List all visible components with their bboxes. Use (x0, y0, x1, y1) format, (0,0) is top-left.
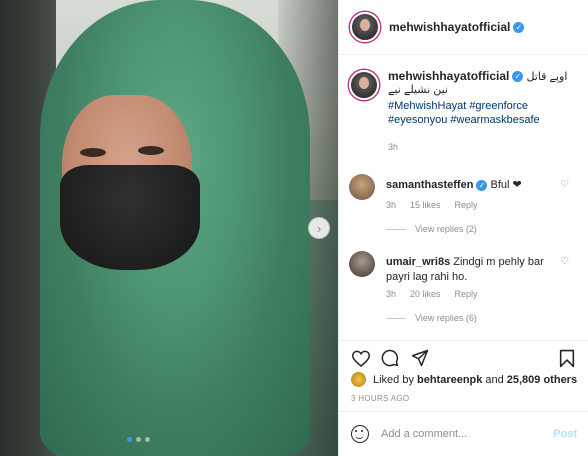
comment-meta: 3h 20 likes Reply (386, 289, 478, 299)
image-face-mask (60, 165, 200, 270)
comment-icon (381, 349, 399, 367)
post-side-panel: mehwishhayatofficial ✓ mehwishhayatoffici… (338, 0, 588, 456)
replies-divider (386, 228, 406, 230)
carousel-dot (145, 437, 150, 442)
comment-reply-button[interactable]: Reply (455, 289, 478, 299)
carousel-dot-active (127, 437, 132, 442)
comment-like-heart-icon[interactable]: ♡ (560, 256, 569, 267)
liker-avatar[interactable] (351, 372, 366, 387)
view-replies-button[interactable]: View replies (6) (386, 313, 477, 323)
liked-by: Liked by behtareenpk and 25,809 others (351, 372, 587, 387)
verified-badge-icon: ✓ (512, 71, 524, 83)
emoji-icon[interactable] (351, 425, 369, 443)
comment-content: Bful ❤ (490, 179, 522, 191)
chevron-right-icon: › (316, 220, 322, 236)
caption-hashtags-line-2[interactable]: #eyesonyou #wearmaskbesafe (388, 113, 578, 127)
commenter-avatar[interactable] (349, 174, 375, 200)
like-button[interactable] (351, 349, 371, 367)
heart-icon (352, 350, 370, 367)
commenter-avatar[interactable] (349, 251, 375, 277)
post-timestamp[interactable]: 3 HOURS AGO (351, 394, 409, 403)
verified-badge-icon: ✓ (476, 179, 488, 191)
liker-username[interactable]: behtareenpk (417, 374, 482, 386)
author-username[interactable]: mehwishhayatofficial ✓ (389, 20, 525, 34)
carousel-dot (136, 437, 141, 442)
caption-hashtags-line-1[interactable]: #MehwishHayat #greenforce (388, 99, 578, 113)
comment-likes[interactable]: 20 likes (410, 289, 441, 299)
share-icon (411, 349, 429, 367)
share-button[interactable] (410, 349, 430, 367)
view-replies-label: View replies (2) (415, 224, 477, 234)
view-replies-button[interactable]: View replies (2) (386, 224, 477, 234)
image-eye-left (80, 148, 106, 157)
comment-button[interactable] (380, 349, 400, 367)
liked-by-and: and (485, 373, 504, 386)
comments-list[interactable]: mehwishhayatofficial ✓ اوپے قاتل نین نشیل… (339, 56, 588, 340)
caption-time[interactable]: 3h (388, 141, 578, 154)
replies-divider (386, 317, 406, 319)
next-slide-button[interactable]: › (308, 217, 330, 239)
add-comment-bar: Post (339, 411, 588, 456)
post-actions (339, 340, 588, 372)
image-eye-right (138, 146, 164, 155)
commenter-username[interactable]: umair_wri8s (386, 256, 450, 268)
comment-text: samanthasteffen ✓ Bful ❤ (386, 178, 556, 193)
likes-count[interactable]: 25,809 others (507, 374, 577, 386)
comment-likes[interactable]: 15 likes (410, 200, 441, 210)
post-comment-button[interactable]: Post (553, 428, 577, 440)
comment-like-heart-icon[interactable]: ♡ (560, 179, 569, 190)
comment-meta: 3h 15 likes Reply (386, 200, 478, 210)
carousel-indicator (127, 437, 150, 442)
save-button[interactable] (557, 349, 577, 367)
bookmark-icon (559, 349, 575, 367)
view-replies-label: View replies (6) (415, 313, 477, 323)
author-avatar[interactable] (350, 12, 380, 42)
liked-by-prefix: Liked by (373, 373, 414, 386)
caption-username[interactable]: mehwishhayatofficial ✓ (388, 69, 524, 83)
comment-time[interactable]: 3h (386, 200, 396, 210)
comment-input[interactable] (381, 428, 551, 440)
commenter-username[interactable]: samanthasteffen (386, 179, 473, 191)
caption-author-avatar[interactable] (349, 70, 379, 100)
caption-body: mehwishhayatofficial ✓ اوپے قاتل نین نشیل… (388, 70, 578, 154)
instagram-post-modal: › mehwishhayatofficial ✓ mehwishhayatoffi… (0, 0, 588, 456)
comment-text: umair_wri8s Zindgi m pehly bar payri lag… (386, 255, 556, 285)
post-image[interactable]: › (0, 0, 338, 456)
verified-badge-icon: ✓ (513, 22, 525, 34)
comment-time[interactable]: 3h (386, 289, 396, 299)
comment-reply-button[interactable]: Reply (455, 200, 478, 210)
post-header: mehwishhayatofficial ✓ (339, 0, 588, 55)
